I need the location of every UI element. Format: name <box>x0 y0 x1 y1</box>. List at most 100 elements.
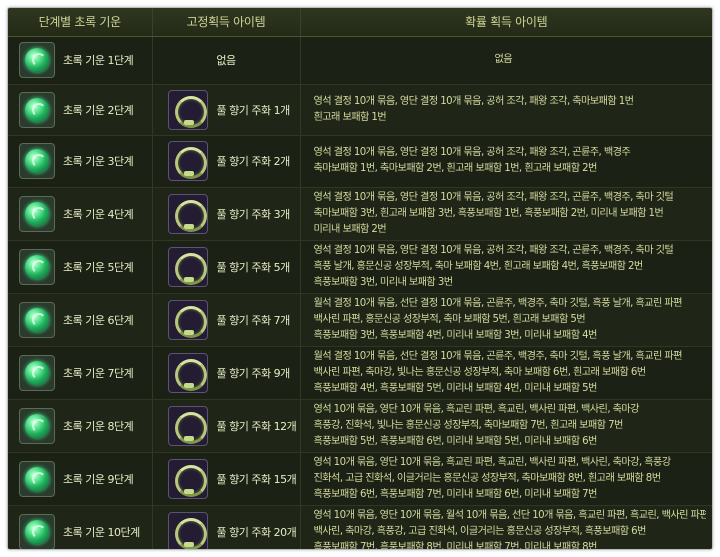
fixed-item-cell: 풀 향기 주화 3개 <box>152 187 301 241</box>
green-energy-orb-icon <box>19 460 55 497</box>
stage-label: 초록 기운 10단계 <box>63 525 140 539</box>
probability-item-list: 영석 10개 묶음, 영단 10개 묶음, 월석 10개 묶음, 선단 10개 … <box>301 506 713 550</box>
fixed-item: 풀 향기 주화 20개 <box>153 511 300 549</box>
probability-item-line: 흑풍보패함 3번, 흑풍보패함 4번, 미리내 보패함 3번, 미리내 보패함 … <box>313 329 598 341</box>
probability-item-line: 백사린 파편, 홍문신공 성장부적, 축마 보패함 5번, 흰고래 보패함 5번 <box>313 313 586 325</box>
probability-item-cell: 영석 10개 묶음, 영단 10개 묶음, 월석 10개 묶음, 선단 10개 … <box>300 505 713 550</box>
probability-item-line: 흑풍보패함 3번, 미리내 보패함 3번 <box>313 276 454 288</box>
probability-item-list: 영석 결정 10개 묶음, 영단 결정 10개 묶음, 공허 조각, 패왕 조각… <box>301 143 713 179</box>
probability-item-line: 진화석, 고급 진화석, 이글거리는 홍문신공 성장부적, 축마보패함 8번, … <box>313 472 662 484</box>
stage: 초록 기운 10단계 <box>8 513 152 549</box>
fixed-item: 풀 향기 주화 7개 <box>153 299 300 340</box>
stage-cell: 초록 기운 8단계 <box>8 399 153 453</box>
probability-item-list: 월석 결정 10개 묶음, 선단 결정 10개 묶음, 곤륜주, 백경주, 축마… <box>301 347 713 399</box>
probability-item-cell: 영석 결정 10개 묶음, 영단 결정 10개 묶음, 공허 조각, 패왕 조각… <box>300 135 713 188</box>
stage-label: 초록 기운 2단계 <box>63 103 134 117</box>
table-row: 초록 기운 6단계 풀 향기 주화 7개 월석 결정 10개 묶음, 선단 결정 1… <box>8 293 713 347</box>
header-row: 단계별 초록 기운 고정획득 아이템 확률 획득 아이템 <box>8 8 712 37</box>
probability-item-line: 축마보패함 3번, 흰고래 보패함 3번, 흑풍보패함 1번, 흑풍보패함 2번… <box>313 207 664 219</box>
probability-item-line: 영석 10개 묶음, 영단 10개 묶음, 월석 10개 묶음, 선단 10개 … <box>313 509 707 521</box>
stage: 초록 기운 9단계 <box>8 460 152 497</box>
grass-scent-coin-icon <box>167 458 208 499</box>
stage: 초록 기운 8단계 <box>8 407 152 444</box>
fixed-item-label: 풀 향기 주화 1개 <box>216 103 291 117</box>
fixed-item-cell: 풀 향기 주화 5개 <box>152 240 301 294</box>
fixed-item-cell: 풀 향기 주화 20개 <box>152 505 301 549</box>
grass-scent-coin-icon <box>167 141 208 182</box>
stage-label: 초록 기운 6단계 <box>63 313 134 327</box>
stage: 초록 기운 2단계 <box>8 91 152 128</box>
probability-item-line: 미리내 보패함 2번 <box>313 223 387 235</box>
stage-label: 초록 기운 3단계 <box>63 155 134 169</box>
green-energy-orb-icon <box>19 42 55 78</box>
probability-item-line: 백사린, 축마강, 흑풍강, 고급 진화석, 이글거리는 홍문신공 성장부적, … <box>313 525 647 537</box>
probability-item-line: 흰고래 보패함 1번 <box>313 111 387 123</box>
probability-item-line: 없음 <box>494 54 513 65</box>
stage-cell: 초록 기운 1단계 <box>8 36 153 85</box>
probability-item-line: 축마보패함 1번, 축마보패함 2번, 흰고래 보패함 1번, 흰고래 보패함 … <box>313 163 598 175</box>
probability-item-list: 영석 결정 10개 묶음, 영단 결정 10개 묶음, 공허 조각, 패왕 조각… <box>301 188 713 240</box>
reward-table-panel: 단계별 초록 기운 고정획득 아이템 확률 획득 아이템 초록 기운 1단계 없음… <box>7 7 713 550</box>
stage: 초록 기운 4단계 <box>8 195 152 232</box>
probability-item-list: 월석 결정 10개 묶음, 선단 결정 10개 묶음, 곤륜주, 백경주, 축마… <box>301 294 713 346</box>
probability-item-line: 영석 결정 10개 묶음, 영단 결정 10개 묶음, 공허 조각, 패왕 조각… <box>313 147 631 159</box>
fixed-item-label: 풀 향기 주화 2개 <box>216 155 291 169</box>
probability-item-line: 영석 10개 묶음, 영단 10개 묶음, 흑교린 파편, 흑교린, 백사린 파… <box>313 403 640 415</box>
stage-label: 초록 기운 8단계 <box>63 419 134 433</box>
probability-item-line: 백사린 파편, 축마강, 빛나는 홍문신공 성장부적, 축마 보패함 6번, 흰… <box>313 366 647 378</box>
probability-item-cell: 영석 10개 묶음, 영단 10개 묶음, 흑교린 파편, 흑교린, 백사린 파… <box>300 399 712 453</box>
green-energy-orb-icon <box>19 195 55 232</box>
probability-item-cell: 없음 <box>300 36 712 85</box>
probability-item-line: 흑풍보패함 4번, 흑풍보패함 5번, 미리내 보패함 4번, 미리내 보패함 … <box>313 382 598 394</box>
probability-item-cell: 영석 결정 10개 묶음, 영단 결정 10개 묶음, 공허 조각, 패왕 조각… <box>300 240 712 294</box>
fixed-item-cell: 풀 향기 주화 1개 <box>152 84 301 136</box>
table-body: 초록 기운 1단계 없음 없음 초록 기운 2단계 풀 향기 주화 1개 영석 결정 10… <box>8 36 713 550</box>
probability-item-line: 흑풍보패함 7번, 흑풍보패함 8번, 미리내 보패함 7번, 미리내 보패함 … <box>313 541 598 550</box>
green-energy-orb-icon <box>19 354 55 391</box>
stage-cell: 초록 기운 9단계 <box>8 452 153 506</box>
stage: 초록 기운 3단계 <box>8 143 152 180</box>
fixed-item: 풀 향기 주화 12개 <box>153 405 300 446</box>
fixed-item: 풀 향기 주화 3개 <box>153 193 300 234</box>
stage-cell: 초록 기운 7단계 <box>8 346 153 400</box>
fixed-item: 풀 향기 주화 9개 <box>153 352 300 393</box>
probability-item-list: 영석 결정 10개 묶음, 영단 결정 10개 묶음, 공허 조각, 패왕 조각… <box>301 92 713 128</box>
probability-item-line: 흑풍보패함 6번, 흑풍보패함 7번, 미리내 보패함 6번, 미리내 보패함 … <box>313 488 598 500</box>
fixed-item-cell: 풀 향기 주화 7개 <box>152 293 301 347</box>
fixed-item: 풀 향기 주화 2개 <box>153 141 300 182</box>
stage-cell: 초록 기운 10단계 <box>8 505 153 549</box>
grass-scent-coin-icon <box>167 246 208 287</box>
stage-cell: 초록 기운 5단계 <box>8 240 153 294</box>
probability-item-cell: 월석 결정 10개 묶음, 선단 결정 10개 묶음, 곤륜주, 백경주, 축마… <box>300 293 713 347</box>
fixed-item-cell: 풀 향기 주화 15개 <box>152 452 301 506</box>
table-row: 초록 기운 9단계 풀 향기 주화 15개 영석 10개 묶음, 영단 10개 묶음… <box>8 452 712 506</box>
fixed-item-label: 풀 향기 주화 12개 <box>216 419 297 433</box>
stage-label: 초록 기운 5단계 <box>63 260 134 274</box>
probability-item-line: 영석 10개 묶음, 영단 10개 묶음, 흑교린 파편, 흑교린, 백사린 파… <box>313 456 672 468</box>
probability-item-line: 흑풍 날개, 홍문신공 성장부적, 축마 보패함 4번, 흰고래 보패함 4번,… <box>313 260 644 272</box>
probability-item-cell: 영석 결정 10개 묶음, 영단 결정 10개 묶음, 공허 조각, 패왕 조각… <box>300 187 713 241</box>
fixed-item-label: 풀 향기 주화 15개 <box>216 472 297 486</box>
fixed-item-label: 풀 향기 주화 5개 <box>216 260 291 274</box>
grass-scent-coin-icon <box>167 405 208 446</box>
table-row: 초록 기운 7단계 풀 향기 주화 9개 월석 결정 10개 묶음, 선단 결정 1… <box>8 346 713 400</box>
stage-label: 초록 기운 9단계 <box>63 472 134 486</box>
reward-table: 단계별 초록 기운 고정획득 아이템 확률 획득 아이템 초록 기운 1단계 없음… <box>8 8 713 550</box>
green-energy-orb-icon <box>19 91 55 128</box>
stage-cell: 초록 기운 4단계 <box>8 187 153 241</box>
green-energy-orb-icon <box>19 407 55 444</box>
probability-item-cell: 영석 결정 10개 묶음, 영단 결정 10개 묶음, 공허 조각, 패왕 조각… <box>300 84 712 136</box>
table-row: 초록 기운 1단계 없음 없음 <box>8 36 712 85</box>
stage: 초록 기운 6단계 <box>8 301 152 338</box>
green-energy-orb-icon <box>19 143 55 180</box>
green-energy-orb-icon <box>19 513 55 549</box>
stage-label: 초록 기운 4단계 <box>63 207 134 221</box>
table-row: 초록 기운 8단계 풀 향기 주화 12개 영석 10개 묶음, 영단 10개 묶음… <box>8 399 712 453</box>
table-row: 초록 기운 4단계 풀 향기 주화 3개 영석 결정 10개 묶음, 영단 결정 1… <box>8 187 713 241</box>
stage-cell: 초록 기운 3단계 <box>8 135 153 188</box>
table-row: 초록 기운 5단계 풀 향기 주화 5개 영석 결정 10개 묶음, 영단 결정 1… <box>8 240 712 294</box>
stage: 초록 기운 1단계 <box>8 42 152 78</box>
probability-item-line: 월석 결정 10개 묶음, 선단 결정 10개 묶음, 곤륜주, 백경주, 축마… <box>313 350 683 362</box>
fixed-item-label: 풀 향기 주화 3개 <box>216 207 291 221</box>
grass-scent-coin-icon <box>167 193 208 234</box>
